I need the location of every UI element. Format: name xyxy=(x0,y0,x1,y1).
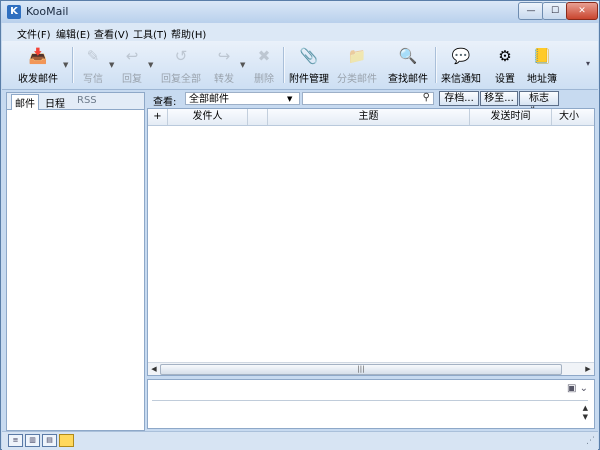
scroll-right-arrow[interactable]: ▶ xyxy=(582,363,594,375)
filter-combo[interactable]: 全部邮件 xyxy=(185,92,300,105)
receive-mail-label: 收发邮件 xyxy=(18,74,58,85)
move-to-button[interactable]: 移至... xyxy=(480,91,518,106)
tab-mail[interactable]: 邮件 xyxy=(11,94,39,110)
reply-label: 回复 xyxy=(122,74,142,85)
folder-icon: 📁 xyxy=(347,47,367,65)
toolbar-separator xyxy=(72,47,74,83)
address-book-label: 地址簿 xyxy=(527,74,557,85)
toolbar-overflow-icon[interactable]: ▾ xyxy=(586,59,590,68)
delete-button[interactable]: ✖ 删除 xyxy=(249,44,279,86)
preview-toggle-icon[interactable]: ▣ ⌄ xyxy=(567,383,588,394)
compose-label: 写信 xyxy=(83,74,103,85)
app-logo-icon: K xyxy=(7,5,21,19)
mail-filter-bar: 查看: 全部邮件 ▼ ⚲ 存档... 移至... 标志为... xyxy=(147,91,595,118)
delete-icon: ✖ xyxy=(257,47,271,65)
app-window: K KooMail — ☐ ✕ 文件(F) 编辑(E) 查看(V) 工具(T) … xyxy=(0,0,600,450)
close-button[interactable]: ✕ xyxy=(566,2,598,20)
split-view-icon[interactable]: ▥ xyxy=(25,434,40,447)
compose-button[interactable]: ✎ 写信 xyxy=(78,44,108,86)
tab-calendar[interactable]: 日程 xyxy=(45,95,65,110)
maximize-button[interactable]: ☐ xyxy=(542,2,568,20)
settings-button[interactable]: ⚙ 设置 xyxy=(491,44,519,86)
column-sender[interactable]: 发件人 xyxy=(168,109,248,125)
search-icon: ⚲ xyxy=(422,92,430,103)
mail-notify-label: 来信通知 xyxy=(441,74,481,85)
scrollbar-thumb[interactable]: ||| xyxy=(160,364,562,375)
compose-dropdown-arrow[interactable]: ▼ xyxy=(109,61,114,69)
mail-list-header: + 发件人 主题 发送时间 大小 xyxy=(148,109,594,126)
menu-tools[interactable]: 工具(T) xyxy=(133,26,167,41)
mail-list: + 发件人 主题 发送时间 大小 ◀ ||| ▶ xyxy=(147,108,595,376)
preview-scroll-arrows[interactable]: ▲ ▼ xyxy=(583,404,588,422)
menu-edit[interactable]: 编辑(E) xyxy=(56,26,90,41)
address-book-icon: 📒 xyxy=(532,47,552,65)
attachment-manager-button[interactable]: 📎 附件管理 xyxy=(288,44,330,86)
status-bar: ≡ ▥ ▤ ⋰ xyxy=(2,431,598,450)
search-input[interactable]: ⚲ xyxy=(302,92,434,105)
forward-button[interactable]: ↪ 转发 xyxy=(209,44,239,86)
scroll-left-arrow[interactable]: ◀ xyxy=(148,363,160,375)
address-book-button[interactable]: 📒 地址簿 xyxy=(525,44,559,86)
menu-help[interactable]: 帮助(H) xyxy=(171,26,206,41)
column-subject[interactable]: 主题 xyxy=(268,109,470,125)
receive-mail-button[interactable]: 📥 收发邮件 xyxy=(14,44,62,86)
window-title: KooMail xyxy=(26,5,69,18)
settings-label: 设置 xyxy=(495,74,515,85)
tab-rss[interactable]: RSS xyxy=(77,95,97,106)
title-bar[interactable]: K KooMail — ☐ ✕ xyxy=(1,1,599,23)
filter-dropdown-arrow[interactable]: ▼ xyxy=(287,95,292,103)
forward-dropdown-arrow[interactable]: ▼ xyxy=(240,61,245,69)
horizontal-scrollbar[interactable]: ◀ ||| ▶ xyxy=(148,362,594,375)
filter-value: 全部邮件 xyxy=(189,94,229,105)
folder-pane: 邮件 日程 RSS xyxy=(6,92,145,431)
menu-bar: 文件(F) 编辑(E) 查看(V) 工具(T) 帮助(H) xyxy=(2,23,598,41)
sort-mail-button[interactable]: 📁 分类邮件 xyxy=(336,44,378,86)
forward-label: 转发 xyxy=(214,74,234,85)
reply-button[interactable]: ↩ 回复 xyxy=(117,44,147,86)
archive-button[interactable]: 存档... xyxy=(439,91,479,106)
find-mail-button[interactable]: 🔍 查找邮件 xyxy=(387,44,429,86)
reply-icon: ↩ xyxy=(125,47,139,65)
column-attachment[interactable] xyxy=(248,109,268,125)
toolbar-separator xyxy=(435,47,437,83)
send-receive-icon: 📥 xyxy=(28,47,48,65)
pencil-icon: ✎ xyxy=(86,47,100,65)
receive-dropdown-arrow[interactable]: ▼ xyxy=(63,61,68,69)
reply-dropdown-arrow[interactable]: ▼ xyxy=(148,61,153,69)
reply-all-label: 回复全部 xyxy=(161,74,201,85)
forward-icon: ↪ xyxy=(217,47,231,65)
reply-all-button[interactable]: ↺ 回复全部 xyxy=(158,44,204,86)
menu-file[interactable]: 文件(F) xyxy=(17,26,51,41)
toolbar-separator xyxy=(283,47,285,83)
gear-icon: ⚙ xyxy=(498,47,512,65)
speech-bubble-icon: 💬 xyxy=(451,47,471,65)
filter-label: 查看: xyxy=(153,97,177,108)
mail-notify-button[interactable]: 💬 来信通知 xyxy=(440,44,482,86)
column-date[interactable]: 发送时间 xyxy=(470,109,552,125)
columns-view-icon[interactable]: ▤ xyxy=(42,434,57,447)
flag-as-button[interactable]: 标志为... xyxy=(519,91,559,118)
magnifier-icon: 🔍 xyxy=(398,47,418,65)
notes-icon[interactable] xyxy=(59,434,74,447)
preview-pane: ▣ ⌄ ▲ ▼ xyxy=(147,379,595,429)
menu-view[interactable]: 查看(V) xyxy=(94,26,129,41)
list-view-icon[interactable]: ≡ xyxy=(8,434,23,447)
column-star[interactable]: + xyxy=(148,109,168,125)
left-tabs: 邮件 日程 RSS xyxy=(7,93,144,110)
find-mail-label: 查找邮件 xyxy=(388,74,428,85)
column-size[interactable]: 大小 xyxy=(552,109,586,125)
minimize-button[interactable]: — xyxy=(518,2,544,20)
attachment-manager-label: 附件管理 xyxy=(289,74,329,85)
preview-divider xyxy=(152,400,588,401)
delete-label: 删除 xyxy=(254,74,274,85)
reply-all-icon: ↺ xyxy=(174,47,188,65)
toolbar: 📥 收发邮件 ▼ ✎ 写信 ▼ ↩ 回复 ▼ ↺ 回复全部 ↪ 转发 ▼ ✖ 删… xyxy=(2,41,598,90)
resize-grip-icon[interactable]: ⋰ xyxy=(586,436,595,446)
sort-mail-label: 分类邮件 xyxy=(337,74,377,85)
paperclip-icon: 📎 xyxy=(299,47,319,65)
